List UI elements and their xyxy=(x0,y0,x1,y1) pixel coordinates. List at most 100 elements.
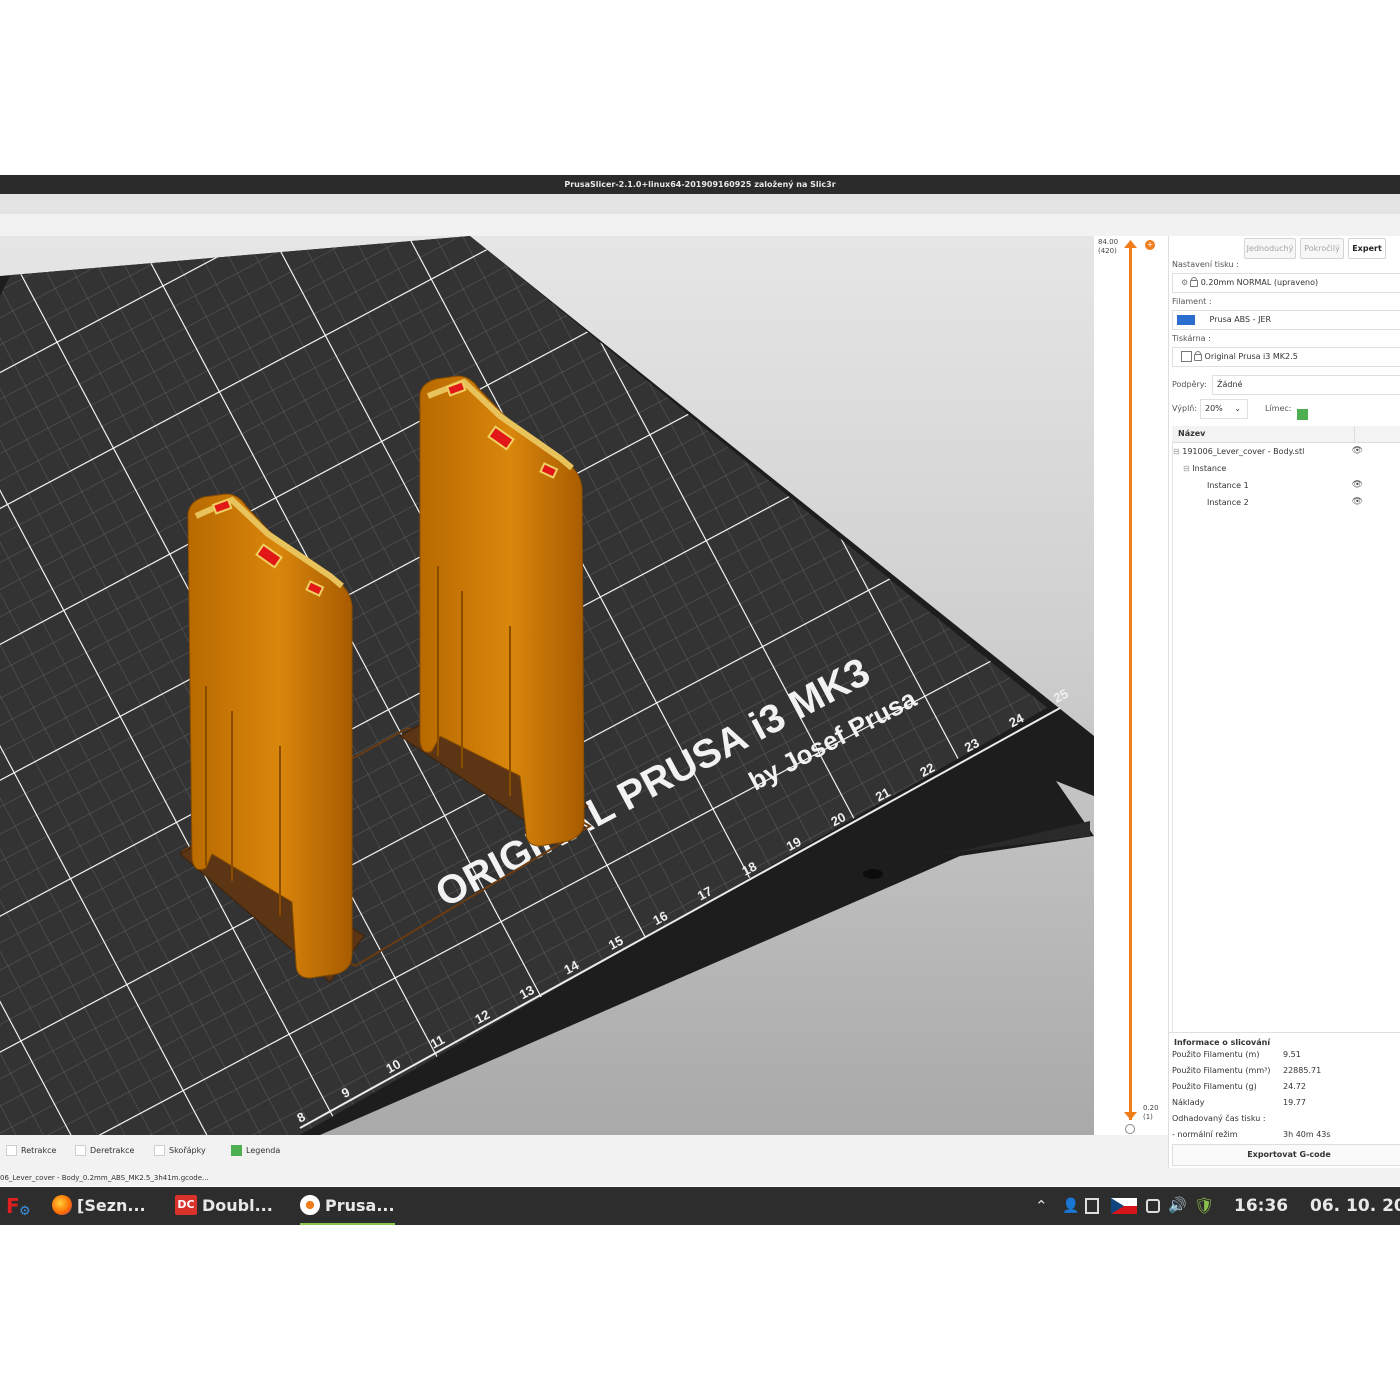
slice-info-label: Použito Filamentu (m) xyxy=(1172,1050,1260,1059)
object-name: 191006_Lever_cover - Body.stl xyxy=(1182,447,1305,456)
legend-toggle[interactable]: Legenda xyxy=(231,1145,280,1156)
start-menu-icon[interactable]: F ⚙ xyxy=(6,1195,32,1219)
print-settings-value: 0.20mm NORMAL (upraveno) xyxy=(1200,278,1319,287)
slice-info-row: - normální režim 3h 40m 43s xyxy=(1172,1130,1392,1139)
printer-label: Tiskárna : xyxy=(1172,334,1211,343)
filament-value: Prusa ABS - JER xyxy=(1209,315,1272,324)
slice-info-value: 24.72 xyxy=(1283,1082,1306,1091)
shield-icon[interactable]: 🛡 xyxy=(1194,1196,1214,1215)
mode-simple-button[interactable]: Jednoduchý xyxy=(1244,238,1296,259)
object-row[interactable]: ⊟ 191006_Lever_cover - Body.stl xyxy=(1173,447,1304,456)
czech-flag-icon[interactable] xyxy=(1111,1198,1137,1214)
instances-row[interactable]: ⊟ Instance xyxy=(1183,464,1226,473)
date[interactable]: 06. 10. 20 xyxy=(1310,1187,1400,1225)
infill-value: 20% xyxy=(1205,404,1223,413)
instance-row[interactable]: Instance 2 xyxy=(1207,498,1249,507)
supports-label: Podpěry: xyxy=(1172,380,1207,389)
add-color-change-icon[interactable]: + xyxy=(1145,240,1155,250)
lock-icon xyxy=(1190,277,1199,287)
brim-label: Límec: xyxy=(1265,404,1292,413)
supports-combo[interactable]: Žádné xyxy=(1212,375,1400,395)
slice-info-value: 19.77 xyxy=(1283,1098,1306,1107)
eye-icon[interactable]: 👁 xyxy=(1352,497,1363,507)
infill-combo[interactable]: 20% ⌄ xyxy=(1200,399,1248,419)
status-text: 06_Lever_cover - Body_0.2mm_ABS_MK2.5_3h… xyxy=(0,1174,209,1182)
layer-bottom-value: 0.20 xyxy=(1143,1104,1159,1112)
layer-top-label: 84.00 (420) xyxy=(1098,238,1118,256)
slice-info-row: Použito Filamentu (m) 9.51 xyxy=(1172,1050,1392,1059)
taskbar-firefox[interactable]: [Sezn... xyxy=(52,1187,146,1225)
status-bar: 06_Lever_cover - Body_0.2mm_ABS_MK2.5_3h… xyxy=(0,1170,1168,1186)
retractions-toggle[interactable]: Retrakce xyxy=(6,1145,56,1156)
printer-icon xyxy=(1181,351,1192,362)
slice-info-title: Informace o slicování xyxy=(1174,1038,1271,1047)
shells-toggle[interactable]: Skořápky xyxy=(154,1145,206,1156)
deretractions-label: Deretrakce xyxy=(90,1146,135,1155)
layer-bottom-thumb[interactable] xyxy=(1124,1112,1137,1120)
window-icon[interactable] xyxy=(1146,1199,1160,1213)
ruler-number: 25 xyxy=(1051,686,1071,706)
firefox-icon xyxy=(52,1194,72,1215)
export-gcode-button[interactable]: Exportovat G-code xyxy=(1172,1144,1400,1166)
slice-info-label: Použito Filamentu (g) xyxy=(1172,1082,1257,1091)
slice-info-label: - normální režim xyxy=(1172,1130,1238,1139)
3d-viewport[interactable]: 8 9 10 11 12 13 14 15 16 17 18 19 20 21 22 23 24 25 ORIGI… xyxy=(0,236,1094,1135)
clipboard-icon[interactable] xyxy=(1085,1198,1099,1214)
mode-expert-button[interactable]: Expert xyxy=(1348,238,1386,259)
infill-label: Výplň: xyxy=(1172,404,1198,413)
layer-bottom-index: (1) xyxy=(1143,1113,1153,1121)
app-toolbar xyxy=(0,194,1400,215)
bed-hole xyxy=(863,869,883,879)
gear-icon: ⚙ xyxy=(1181,278,1189,287)
retractions-label: Retrakce xyxy=(21,1146,57,1155)
slice-info-value: 22885.71 xyxy=(1283,1066,1322,1075)
print-bed-scene: 8910111213141516171819202122232425 ORIGI… xyxy=(0,236,1094,1135)
os-taskbar: F ⚙ [Sezn... DC Doubl... Prusa... ⌃ 👤 🔊 🛡… xyxy=(0,1187,1400,1225)
deretractions-toggle[interactable]: Deretrakce xyxy=(75,1145,134,1156)
collapse-icon[interactable]: ⊟ xyxy=(1173,447,1180,456)
taskbar-doublecmd[interactable]: DC Doubl... xyxy=(175,1187,273,1225)
eye-icon[interactable]: 👁 xyxy=(1352,480,1363,490)
lock-icon xyxy=(1194,351,1202,361)
slice-info-label: Použito Filamentu (mm³) xyxy=(1172,1066,1271,1075)
clock[interactable]: 16:36 xyxy=(1234,1187,1288,1225)
instance-row[interactable]: Instance 1 xyxy=(1207,481,1249,490)
print-settings-combo[interactable]: ⚙ 0.20mm NORMAL (upraveno) xyxy=(1172,273,1400,293)
print-settings-label: Nastavení tisku : xyxy=(1172,260,1239,269)
layer-top-index: (420) xyxy=(1098,247,1117,255)
slice-info-row: Použito Filamentu (mm³) 22885.71 xyxy=(1172,1066,1392,1075)
slice-info-row: Použito Filamentu (g) 24.72 xyxy=(1172,1082,1392,1091)
collapse-icon[interactable]: ⊟ xyxy=(1183,464,1190,473)
printer-value: Original Prusa i3 MK2.5 xyxy=(1204,352,1298,361)
printer-combo[interactable]: Original Prusa i3 MK2.5 xyxy=(1172,347,1400,367)
window-title: PrusaSlicer-2.1.0+linux64-201909160925 z… xyxy=(564,180,836,189)
filament-combo[interactable]: Prusa ABS - JER xyxy=(1172,310,1400,330)
taskbar-prusaslicer-label: Prusa... xyxy=(325,1196,395,1215)
eye-icon[interactable]: 👁 xyxy=(1352,446,1363,456)
prusaslicer-icon xyxy=(300,1194,320,1215)
cog-icon[interactable] xyxy=(1125,1124,1135,1134)
filament-label: Filament : xyxy=(1172,297,1212,306)
taskbar-firefox-label: [Sezn... xyxy=(77,1196,146,1215)
instances-name: Instance xyxy=(1192,464,1227,473)
mode-advanced-button[interactable]: Pokročilý xyxy=(1300,238,1344,259)
layer-bottom-label: 0.20 (1) xyxy=(1143,1104,1159,1122)
user-icon[interactable]: 👤 xyxy=(1062,1198,1079,1214)
legend-label: Legenda xyxy=(246,1146,281,1155)
settings-sidebar: Jednoduchý Pokročilý Expert Nastavení ti… xyxy=(1168,236,1400,1168)
slice-info-label: Odhadovaný čas tisku : xyxy=(1172,1114,1266,1123)
layer-slider-panel: 84.00 (420) + 0.20 (1) xyxy=(1094,236,1168,1135)
window-title-bar: PrusaSlicer-2.1.0+linux64-201909160925 z… xyxy=(0,175,1400,194)
supports-value: Žádné xyxy=(1217,380,1243,389)
brim-checkbox[interactable] xyxy=(1297,404,1308,423)
layer-top-thumb[interactable] xyxy=(1124,240,1137,248)
tray-expand-icon[interactable]: ⌃ xyxy=(1035,1197,1048,1215)
doublecmd-icon: DC xyxy=(175,1194,197,1215)
taskbar-prusaslicer[interactable]: Prusa... xyxy=(300,1187,395,1225)
chevron-down-icon: ⌄ xyxy=(1234,404,1241,413)
volume-icon[interactable]: 🔊 xyxy=(1168,1196,1187,1214)
slice-info-row: Náklady 19.77 xyxy=(1172,1098,1392,1107)
layer-slider-track[interactable] xyxy=(1129,244,1132,1120)
object-list-name-column: Název xyxy=(1178,429,1206,438)
filament-color-swatch[interactable] xyxy=(1177,314,1195,325)
